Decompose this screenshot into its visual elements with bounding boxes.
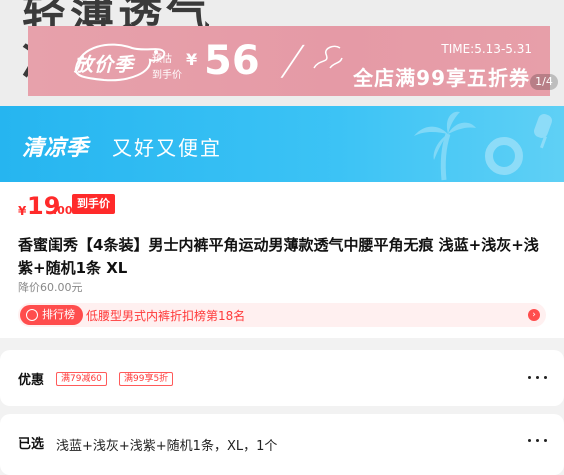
price-decimal: .00 xyxy=(53,204,73,217)
discounts-row[interactable]: 优惠 满79减60 满99享5折 xyxy=(0,350,564,406)
banner-slogan: 又好又便宜 xyxy=(112,136,222,160)
selected-label: 已选 xyxy=(18,437,45,452)
coupon-tag: 满79减60 xyxy=(56,372,107,386)
promo-banner: 放价季 预估 到手价 ¥ 56 / TIME:5.13-5.31 全店满99享五… xyxy=(28,26,550,96)
promo-price: 56 xyxy=(204,38,260,84)
promo-estimate-label: 预估 到手价 xyxy=(152,52,182,84)
carousel-page-indicator: 1/4 xyxy=(530,74,558,90)
discounts-label: 优惠 xyxy=(18,373,45,388)
selected-spec-value: 浅蓝+浅灰+浅紫+随机1条，XL，1个 xyxy=(56,439,278,454)
coupon-tag: 满99享5折 xyxy=(119,372,174,386)
estimate-label: 预估 xyxy=(152,54,172,65)
product-image-carousel[interactable]: 轻薄透气 冰 放价季 预估 到手价 ¥ 56 / TIME:5.13-5.31 … xyxy=(0,0,564,106)
product-title[interactable]: 香蜜闺秀【4条装】男士内裤平角运动男薄款透气中腰平角无痕 浅蓝+浅灰+浅紫+随机… xyxy=(18,234,546,280)
ranking-text: 低腰型男式内裤折扣榜第18名 xyxy=(86,309,246,323)
chevron-right-icon: › xyxy=(528,309,540,321)
popsicle-icon xyxy=(534,114,552,149)
ranking-bar[interactable]: 排行榜 低腰型男式内裤折扣榜第18名 › xyxy=(18,303,546,327)
price-currency: ¥ xyxy=(18,204,27,218)
swirl-icon xyxy=(313,45,343,69)
promo-time: TIME:5.13-5.31 xyxy=(441,42,532,56)
price-drop-text: 降价60.00元 xyxy=(18,281,83,294)
banner-brand: 清凉季 xyxy=(22,136,89,161)
promo-sale-text: 全店满99享五折券 xyxy=(353,66,530,90)
ranking-badge: 排行榜 xyxy=(20,305,83,325)
product-info-card: ¥ 19 .00 到手价 香蜜闺秀【4条装】男士内裤平角运动男薄款透气中腰平角无… xyxy=(0,182,564,338)
ranking-badge-label: 排行榜 xyxy=(42,308,75,321)
selected-spec-row[interactable]: 已选 浅蓝+浅灰+浅紫+随机1条，XL，1个 xyxy=(0,414,564,475)
swim-ring-icon xyxy=(485,137,523,175)
season-banner[interactable]: 清凉季 又好又便宜 xyxy=(0,106,564,182)
promo-currency: ¥ xyxy=(186,50,198,69)
more-options-icon[interactable] xyxy=(528,376,550,380)
promo-logo-text: 放价季 xyxy=(74,54,135,76)
more-options-icon[interactable] xyxy=(528,439,550,443)
promo-divider: / xyxy=(277,38,308,84)
ranking-medal-icon xyxy=(26,309,38,321)
final-price-badge: 到手价 xyxy=(72,194,115,214)
arrival-label: 到手价 xyxy=(152,70,182,81)
palm-tree-icon xyxy=(414,111,476,181)
